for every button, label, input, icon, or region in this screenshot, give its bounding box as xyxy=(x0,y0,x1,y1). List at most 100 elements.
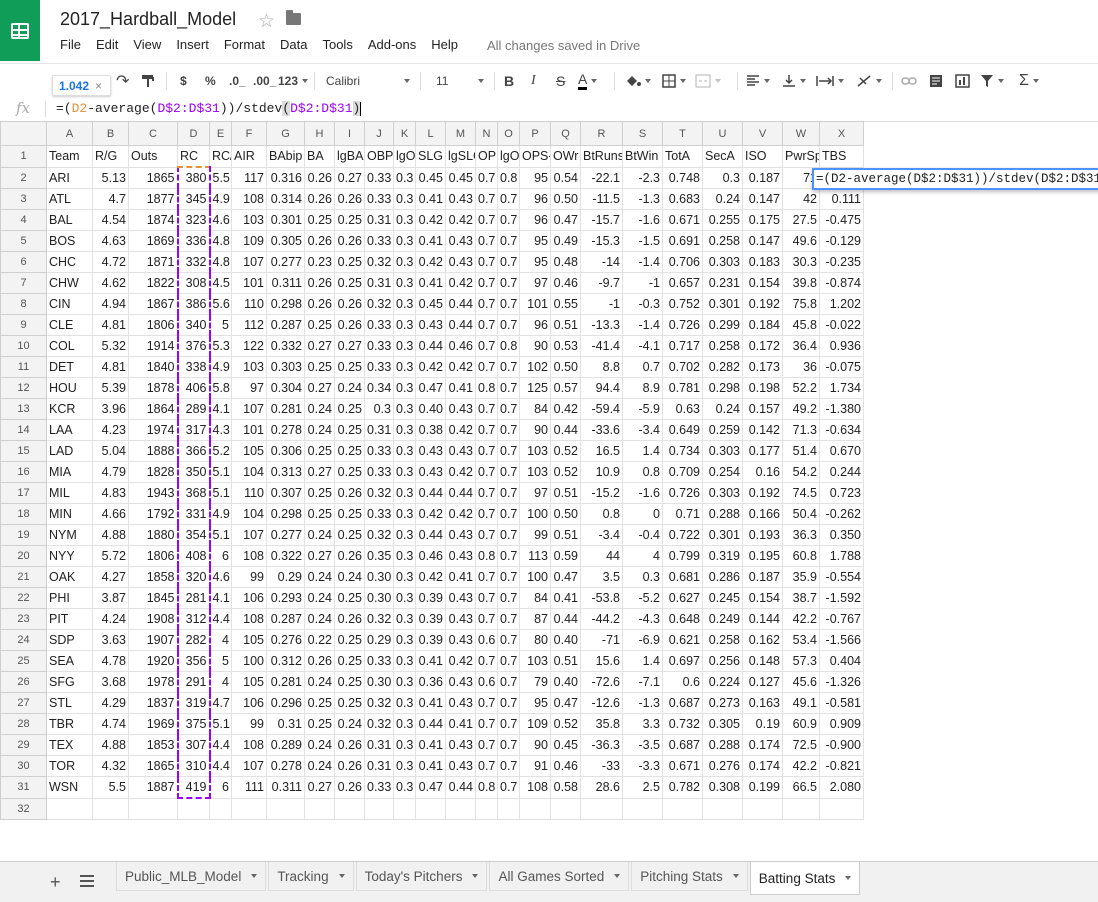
cell-u28[interactable]: 0.305 xyxy=(702,713,743,735)
cell-p1[interactable]: OPS- xyxy=(519,145,551,168)
cell-p26[interactable]: 79 xyxy=(519,671,551,693)
cell-i21[interactable]: 0.24 xyxy=(334,566,365,588)
cell-e16[interactable]: 5.1 xyxy=(209,461,232,483)
cell-w30[interactable]: 42.2 xyxy=(782,755,820,777)
cell-j25[interactable]: 0.33 xyxy=(364,650,394,672)
cell-n31[interactable]: 0.8 xyxy=(475,776,498,799)
cell-d24[interactable]: 282 xyxy=(176,629,211,651)
cell-s17[interactable]: -1.6 xyxy=(622,482,663,504)
cell-h2[interactable]: 0.26 xyxy=(304,166,335,189)
cell-f25[interactable]: 100 xyxy=(231,650,267,672)
cell-h31[interactable]: 0.27 xyxy=(304,776,335,799)
cell-i10[interactable]: 0.27 xyxy=(334,335,365,357)
cell-k8[interactable]: 0.3 xyxy=(393,293,416,315)
cell-u4[interactable]: 0.255 xyxy=(702,209,743,231)
cell-g29[interactable]: 0.289 xyxy=(266,734,305,756)
cell-s30[interactable]: -3.3 xyxy=(622,755,663,777)
add-sheet-icon[interactable]: + xyxy=(50,872,61,893)
cell-f22[interactable]: 106 xyxy=(231,587,267,609)
cell-v3[interactable]: 0.147 xyxy=(742,188,783,210)
cell-r23[interactable]: -44.2 xyxy=(580,608,623,630)
cell-j31[interactable]: 0.33 xyxy=(364,776,394,799)
cell-j5[interactable]: 0.33 xyxy=(364,230,394,252)
cell-r13[interactable]: -59.4 xyxy=(580,398,623,420)
cell-x23[interactable]: -0.767 xyxy=(819,608,864,630)
cell-q32[interactable] xyxy=(550,797,581,820)
cell-g13[interactable]: 0.281 xyxy=(266,398,305,420)
cell-o7[interactable]: 0.7 xyxy=(497,272,520,294)
cell-e26[interactable]: 4 xyxy=(209,671,232,693)
cell-f30[interactable]: 107 xyxy=(231,755,267,777)
cell-v10[interactable]: 0.172 xyxy=(742,335,783,357)
cell-o9[interactable]: 0.7 xyxy=(497,314,520,336)
cell-h13[interactable]: 0.24 xyxy=(304,398,335,420)
cell-c10[interactable]: 1914 xyxy=(128,335,178,357)
cell-u7[interactable]: 0.231 xyxy=(702,272,743,294)
cell-m25[interactable]: 0.42 xyxy=(445,650,476,672)
cell-o8[interactable]: 0.7 xyxy=(497,293,520,315)
percent-button[interactable]: % xyxy=(205,64,216,97)
cell-n22[interactable]: 0.7 xyxy=(475,587,498,609)
row-header[interactable]: 21 xyxy=(0,566,47,588)
cell-n6[interactable]: 0.7 xyxy=(475,251,498,273)
cell-a26[interactable]: SFG xyxy=(46,671,93,693)
cell-k3[interactable]: 0.3 xyxy=(393,188,416,210)
cell-s12[interactable]: 8.9 xyxy=(622,377,663,399)
cell-x29[interactable]: -0.900 xyxy=(819,734,864,756)
cell-l24[interactable]: 0.39 xyxy=(415,629,446,651)
menu-item-addons[interactable]: Add-ons xyxy=(368,37,416,55)
cell-h21[interactable]: 0.24 xyxy=(304,566,335,588)
cell-t18[interactable]: 0.71 xyxy=(662,503,703,525)
cell-r17[interactable]: -15.2 xyxy=(580,482,623,504)
cell-x9[interactable]: -0.022 xyxy=(819,314,864,336)
cell-f21[interactable]: 99 xyxy=(231,566,267,588)
merge-cells-icon[interactable] xyxy=(695,64,721,97)
cell-q8[interactable]: 0.55 xyxy=(550,293,581,315)
cell-u2[interactable]: 0.3 xyxy=(702,166,743,189)
row-header[interactable]: 16 xyxy=(0,461,47,483)
insert-comment-icon[interactable] xyxy=(929,64,943,97)
cell-r27[interactable]: -12.6 xyxy=(580,692,623,714)
cell-m1[interactable]: lgSLG xyxy=(445,145,476,168)
cell-r32[interactable] xyxy=(580,797,623,820)
cell-u1[interactable]: SecA xyxy=(702,145,743,168)
sheet-tab[interactable]: Public_MLB_Model xyxy=(116,862,267,891)
cell-n15[interactable]: 0.7 xyxy=(475,440,498,462)
cell-u31[interactable]: 0.308 xyxy=(702,776,743,799)
cell-e32[interactable] xyxy=(209,797,232,820)
cell-p2[interactable]: 95 xyxy=(519,166,551,189)
row-header[interactable]: 28 xyxy=(0,713,47,735)
cell-v30[interactable]: 0.174 xyxy=(742,755,783,777)
cell-v13[interactable]: 0.157 xyxy=(742,398,783,420)
cell-g6[interactable]: 0.277 xyxy=(266,251,305,273)
cell-d27[interactable]: 319 xyxy=(176,692,211,714)
cell-u6[interactable]: 0.303 xyxy=(702,251,743,273)
cell-b5[interactable]: 4.63 xyxy=(92,230,129,252)
cell-d6[interactable]: 332 xyxy=(176,251,211,273)
cell-m23[interactable]: 0.43 xyxy=(445,608,476,630)
cell-l1[interactable]: SLG xyxy=(415,145,446,168)
cell-k23[interactable]: 0.3 xyxy=(393,608,416,630)
cell-e30[interactable]: 4.4 xyxy=(209,755,232,777)
cell-k29[interactable]: 0.3 xyxy=(393,734,416,756)
cell-m22[interactable]: 0.43 xyxy=(445,587,476,609)
cell-s15[interactable]: 1.4 xyxy=(622,440,663,462)
cell-v2[interactable]: 0.187 xyxy=(742,166,783,189)
cell-q30[interactable]: 0.46 xyxy=(550,755,581,777)
cell-m7[interactable]: 0.42 xyxy=(445,272,476,294)
cell-p20[interactable]: 113 xyxy=(519,545,551,567)
cell-c1[interactable]: Outs xyxy=(128,145,178,168)
cell-l23[interactable]: 0.39 xyxy=(415,608,446,630)
cell-o28[interactable]: 0.7 xyxy=(497,713,520,735)
cell-f3[interactable]: 108 xyxy=(231,188,267,210)
row-header[interactable]: 10 xyxy=(0,335,47,357)
cell-m31[interactable]: 0.44 xyxy=(445,776,476,799)
cell-j32[interactable] xyxy=(364,797,394,820)
cell-x12[interactable]: 1.734 xyxy=(819,377,864,399)
cell-x3[interactable]: 0.111 xyxy=(819,188,864,210)
cell-q23[interactable]: 0.44 xyxy=(550,608,581,630)
cell-k17[interactable]: 0.3 xyxy=(393,482,416,504)
cell-q31[interactable]: 0.58 xyxy=(550,776,581,799)
cell-o20[interactable]: 0.7 xyxy=(497,545,520,567)
cell-b22[interactable]: 3.87 xyxy=(92,587,129,609)
